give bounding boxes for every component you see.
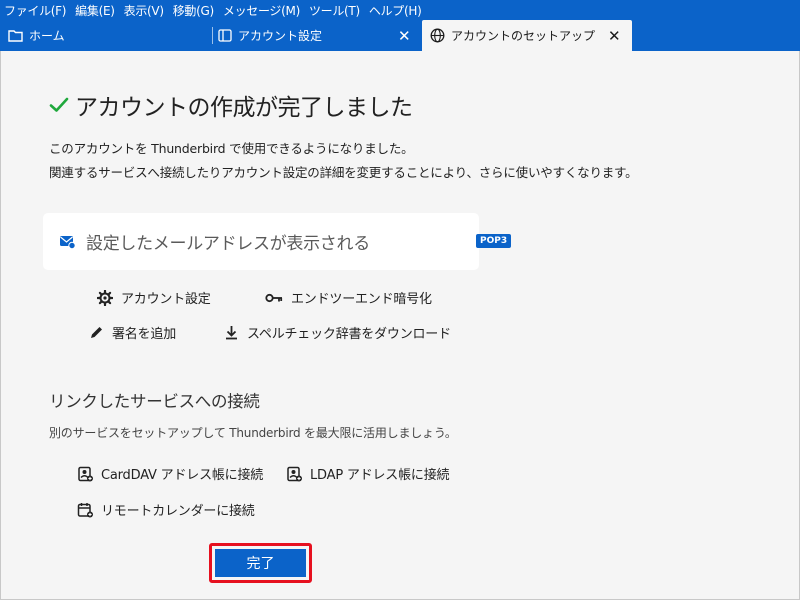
e2e-encryption-link[interactable]: エンドツーエンド暗号化: [265, 288, 432, 307]
address-book-add-icon: [78, 466, 93, 481]
tab-home-label: ホーム: [29, 29, 65, 43]
close-tab-icon[interactable]: ✕: [398, 27, 411, 45]
linked-services-heading: リンクしたサービスへの接続: [49, 392, 260, 411]
connect-calendar-label: リモートカレンダーに接続: [101, 504, 255, 519]
pencil-icon: [91, 327, 102, 338]
checkmark-icon: [49, 97, 69, 112]
menu-tools[interactable]: ツール(T): [309, 2, 360, 19]
description-line-2: 関連するサービスへ接続したりアカウント設定の詳細を変更することにより、さらに使い…: [49, 165, 638, 180]
calendar-add-icon: [77, 502, 93, 517]
tab-account-setup[interactable]: アカウントのセットアップ ✕: [422, 20, 632, 51]
menu-help[interactable]: ヘルプ(H): [369, 2, 422, 19]
menu-file[interactable]: ファイル(F): [4, 2, 66, 19]
globe-icon: [430, 28, 445, 43]
tab-home[interactable]: ホーム: [8, 20, 208, 51]
add-signature-label: 署名を追加: [112, 327, 177, 342]
add-signature-link[interactable]: 署名を追加: [89, 323, 176, 342]
protocol-badge: POP3: [476, 234, 512, 248]
key-icon: [265, 293, 283, 302]
address-book-add-icon: [287, 466, 302, 481]
menu-go[interactable]: 移動(G): [173, 2, 214, 19]
mail-icon: [60, 236, 76, 249]
page-title-text: アカウントの作成が完了しました: [75, 95, 413, 121]
menu-view[interactable]: 表示(V): [124, 2, 164, 19]
close-tab-icon[interactable]: ✕: [608, 27, 621, 45]
panel-icon: [218, 29, 232, 42]
gear-icon: [97, 289, 113, 306]
folder-icon: [8, 30, 23, 42]
e2e-encryption-label: エンドツーエンド暗号化: [291, 292, 432, 307]
download-icon: [226, 326, 237, 340]
page-title: アカウントの作成が完了しました: [49, 88, 413, 122]
description-line-1: このアカウントを Thunderbird で使用できるようになりました。: [49, 141, 414, 156]
email-address: 設定したメールアドレスが表示される: [86, 234, 370, 254]
connect-calendar-link[interactable]: リモートカレンダーに接続: [77, 500, 255, 519]
connect-carddav-link[interactable]: CardDAV アドレス帳に接続: [77, 464, 263, 483]
account-setup-page: アカウントの作成が完了しました このアカウントを Thunderbird で使用…: [0, 51, 800, 600]
download-dictionary-link[interactable]: スペルチェック辞書をダウンロード: [224, 323, 451, 342]
menu-edit[interactable]: 編集(E): [75, 2, 115, 19]
tab-account-setup-label: アカウントのセットアップ: [451, 29, 596, 43]
tab-account-settings-label: アカウント設定: [238, 29, 323, 43]
finish-button[interactable]: 完了: [215, 549, 306, 577]
linked-services-description: 別のサービスをセットアップして Thunderbird を最大限に活用しましょう…: [49, 426, 457, 440]
menu-bar: ファイル(F) 編集(E) 表示(V) 移動(G) メッセージ(M) ツール(T…: [0, 0, 800, 20]
download-dictionary-label: スペルチェック辞書をダウンロード: [247, 327, 451, 342]
tab-account-settings[interactable]: アカウント設定 ✕: [218, 20, 418, 51]
finish-button-highlight: 完了: [209, 543, 312, 583]
account-settings-label: アカウント設定: [121, 292, 211, 307]
account-card: 設定したメールアドレスが表示される POP3: [43, 213, 512, 270]
menu-message[interactable]: メッセージ(M): [223, 2, 300, 19]
connect-carddav-label: CardDAV アドレス帳に接続: [101, 468, 264, 483]
connect-ldap-label: LDAP アドレス帳に接続: [310, 468, 450, 483]
account-settings-link[interactable]: アカウント設定: [97, 288, 211, 307]
tab-bar: ホーム アカウント設定 ✕ アカウントのセットアップ ✕: [0, 20, 800, 51]
tab-divider: [212, 27, 213, 44]
connect-ldap-link[interactable]: LDAP アドレス帳に接続: [286, 464, 449, 483]
